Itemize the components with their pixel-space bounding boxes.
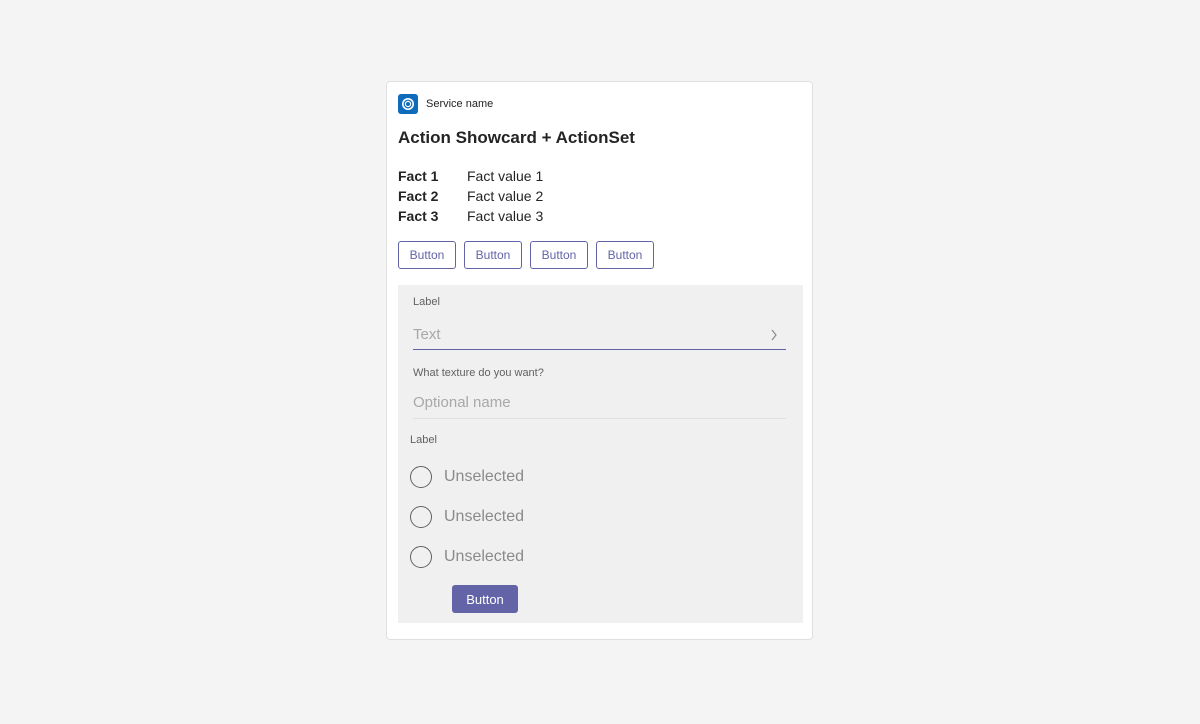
radio-circle-icon[interactable] (410, 466, 432, 488)
fact-value: Fact value 3 (467, 208, 544, 224)
radio-circle-icon[interactable] (410, 546, 432, 568)
fact-key: Fact 1 (398, 168, 439, 184)
fact-set: Fact 1 Fact value 1 Fact 2 Fact value 2 … (398, 166, 543, 226)
fact-value: Fact value 1 (467, 168, 544, 184)
fact-row: Fact 3 Fact value 3 (398, 206, 543, 226)
texture-label: What texture do you want? (413, 367, 544, 379)
fact-key: Fact 2 (398, 188, 439, 204)
card-header: Service name (398, 93, 493, 115)
optional-name-input[interactable]: Optional name (413, 389, 786, 419)
service-app-icon (398, 94, 418, 114)
radio-label: Unselected (444, 508, 525, 525)
radio-label: Unselected (444, 468, 525, 485)
card-title: Action Showcard + ActionSet (398, 128, 635, 147)
fact-row: Fact 1 Fact value 1 (398, 166, 543, 186)
choice-set-label: Label (410, 434, 437, 446)
fact-row: Fact 2 Fact value 2 (398, 186, 543, 206)
input-label: Label (413, 296, 440, 308)
text-input[interactable]: Text (413, 320, 786, 350)
optional-name-placeholder: Optional name (413, 394, 511, 411)
radio-circle-icon[interactable] (410, 506, 432, 528)
action-set: Button Button Button Button (398, 241, 654, 269)
submit-button[interactable]: Button (452, 585, 518, 613)
service-name: Service name (426, 98, 494, 110)
action-button-4[interactable]: Button (596, 241, 654, 269)
radio-option-1[interactable]: Unselected (410, 465, 524, 489)
action-button-3[interactable]: Button (530, 241, 588, 269)
radio-label: Unselected (444, 548, 525, 565)
action-showcard: Label Text What texture do you want? Opt… (398, 285, 803, 623)
action-button-2[interactable]: Button (464, 241, 522, 269)
fact-value: Fact value 2 (467, 188, 544, 204)
radio-option-3[interactable]: Unselected (410, 545, 524, 569)
action-button-1[interactable]: Button (398, 241, 456, 269)
text-input-placeholder: Text (413, 326, 441, 343)
chevron-right-icon (770, 328, 778, 346)
radio-option-2[interactable]: Unselected (410, 505, 524, 529)
fact-key: Fact 3 (398, 208, 439, 224)
adaptive-card: Service name Action Showcard + ActionSet… (386, 81, 813, 640)
